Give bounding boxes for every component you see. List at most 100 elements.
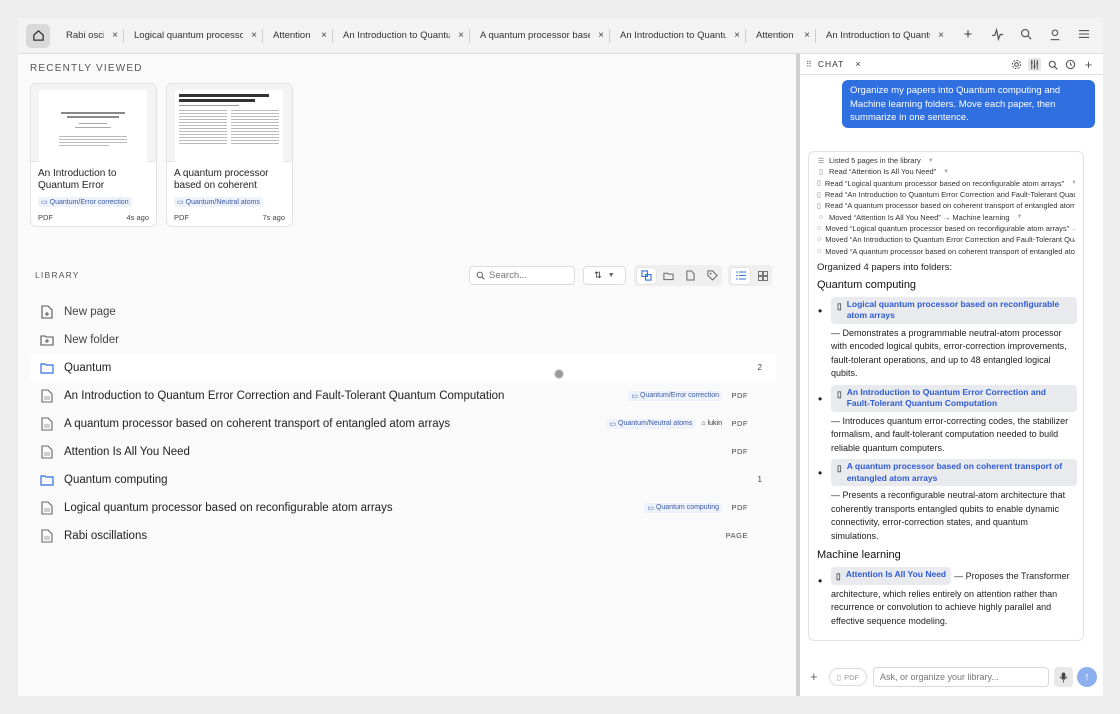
tab-title: Logical quantum processor based on recon…: [134, 30, 243, 41]
summary-item: ▯ A quantum processor based on coherent t…: [817, 459, 1077, 543]
close-icon[interactable]: ×: [804, 30, 810, 41]
action-item[interactable]: ○ Moved “An Introduction to Quantum Error…: [817, 234, 1075, 245]
new-chat-icon[interactable]: +: [1082, 57, 1095, 72]
browser-tab[interactable]: Attention Is All You Need ×: [263, 18, 333, 54]
section-heading: Machine learning: [817, 549, 901, 562]
action-text: Listed 5 pages in the library: [829, 156, 921, 166]
summary-item: ▯ Logical quantum processor based on reco…: [817, 296, 1077, 381]
card-age: 4s ago: [126, 213, 149, 222]
chevron-down-icon: ▼: [1016, 214, 1023, 221]
browser-tab[interactable]: An Introduction to Quantum Error Correct…: [333, 18, 470, 54]
grid-view-icon[interactable]: [753, 268, 772, 284]
paper-reference[interactable]: ▯ A quantum processor based on coherent t…: [831, 459, 1077, 487]
sliders-icon[interactable]: [1028, 58, 1041, 71]
close-icon[interactable]: ×: [251, 30, 257, 41]
action-row[interactable]: New page: [30, 298, 776, 325]
action-text: Moved “A quantum processor based on cohe…: [825, 246, 1075, 256]
close-icon[interactable]: ×: [938, 30, 944, 41]
browser-tab[interactable]: Rabi oscillations ×: [56, 18, 124, 54]
action-item[interactable]: ○ Moved “A quantum processor based on coh…: [817, 245, 1075, 256]
close-icon[interactable]: ×: [112, 30, 118, 41]
filter-all-icon[interactable]: [637, 267, 656, 284]
document-row[interactable]: An Introduction to Quantum Error Correct…: [30, 382, 776, 409]
paper-reference[interactable]: ▯ Attention Is All You Need: [831, 567, 952, 585]
filter-document-icon[interactable]: [681, 268, 700, 284]
user-icon[interactable]: [1048, 27, 1062, 41]
sort-dropdown[interactable]: ⇅ ▼: [583, 266, 626, 285]
folder-chip: ▭ Quantum/Neutral atoms: [174, 197, 263, 207]
scroll-handle[interactable]: [554, 369, 564, 379]
library-search[interactable]: [469, 266, 575, 285]
paper-reference[interactable]: ▯ Logical quantum processor based on reco…: [831, 296, 1077, 324]
row-chips: ▭ Quantum/Error correction: [628, 390, 722, 401]
close-icon[interactable]: ×: [458, 30, 464, 41]
browser-tab[interactable]: An Introduction to Quantum Error Correct…: [816, 18, 950, 54]
send-button[interactable]: ↑: [1077, 667, 1097, 687]
menu-icon[interactable]: [1077, 27, 1091, 41]
home-button[interactable]: [26, 23, 50, 48]
row-type: PAGE: [725, 531, 748, 540]
action-item[interactable]: ▯ Read “Attention Is All You Need” ▼: [817, 166, 1075, 177]
search-input[interactable]: [489, 270, 569, 281]
row-label: A quantum processor based on coherent tr…: [64, 417, 451, 430]
card-thumbnail: [31, 84, 156, 162]
action-text: Read “Logical quantum processor based on…: [824, 178, 1065, 188]
search-icon[interactable]: [1019, 27, 1033, 41]
document-row[interactable]: Logical quantum processor based on recon…: [30, 494, 776, 521]
chevron-down-icon: ▼: [943, 168, 950, 175]
document-icon: ▯: [837, 463, 842, 474]
action-item[interactable]: ▯ Read “A quantum processor based on cohe…: [817, 200, 1075, 211]
action-item[interactable]: ▯ Read “An Introduction to Quantum Error …: [817, 189, 1075, 200]
folder-chip-label: Quantum/Neutral atoms: [618, 420, 693, 427]
action-item[interactable]: ○ Moved “Logical quantum processor based …: [817, 223, 1075, 234]
row-label: Quantum computing: [64, 473, 168, 486]
paper-summary: — Demonstrates a programmable neutral-at…: [831, 327, 1067, 379]
chat-input[interactable]: [873, 667, 1049, 687]
close-icon[interactable]: ×: [855, 59, 861, 69]
action-item[interactable]: ▯ Read “Logical quantum processor based o…: [817, 178, 1075, 189]
row-chips: ▭ Quantum computing: [644, 502, 722, 513]
folder-row[interactable]: Quantum computing 1: [30, 466, 776, 493]
voice-button[interactable]: [1054, 667, 1073, 687]
new-tab-button[interactable]: +: [961, 26, 975, 43]
summary-intro: Organized 4 papers into folders:: [817, 261, 953, 273]
history-icon[interactable]: [1064, 58, 1077, 71]
tab-title: An Introduction to Quantum Error Correct…: [826, 30, 930, 41]
tab-bar: Rabi oscillations × Logical quantum proces…: [18, 18, 1103, 54]
action-item[interactable]: ☰ Listed 5 pages in the library ▼: [817, 155, 1075, 166]
close-icon[interactable]: ×: [598, 30, 604, 41]
chat-tab[interactable]: ⠿ CHAT ×: [806, 59, 862, 69]
action-item[interactable]: ○ Moved “Attention Is All You Need” → Mac…: [817, 211, 1075, 222]
search-icon[interactable]: [1046, 58, 1059, 71]
card-type: PDF: [38, 213, 53, 222]
filter-tag-icon[interactable]: [703, 268, 722, 284]
settings-icon[interactable]: [1010, 58, 1023, 71]
activity-icon[interactable]: [990, 27, 1004, 41]
browser-tab[interactable]: Logical quantum processor based on recon…: [124, 18, 263, 54]
recent-card[interactable]: An Introduction to Quantum Error Correct…: [30, 83, 157, 227]
action-row[interactable]: New folder: [30, 326, 776, 353]
browser-tab[interactable]: A quantum processor based on coherent tr…: [470, 18, 610, 54]
folder-icon: [38, 362, 56, 374]
recent-card[interactable]: A quantum processor based on coherent tr…: [166, 83, 293, 227]
chat-toolbar: +: [1010, 57, 1095, 72]
tag-label: lukin: [707, 420, 722, 427]
library-pane: RECENTLY VIEWED An Introduction to Quant…: [18, 54, 796, 696]
tab-title: An Introduction to Quantum Error Correct…: [343, 30, 450, 41]
close-icon[interactable]: ×: [321, 30, 327, 41]
attach-pdf-chip[interactable]: ▯ PDF: [829, 668, 867, 686]
browser-tab[interactable]: An Introduction to Quantum Error Correct…: [610, 18, 746, 54]
folder-row[interactable]: Quantum 2: [30, 354, 776, 381]
paper-reference[interactable]: ▯ An Introduction to Quantum Error Correc…: [831, 384, 1077, 412]
browser-tab[interactable]: Attention Is All You Need ×: [746, 18, 816, 54]
list-view-icon[interactable]: [731, 267, 750, 284]
add-attachment-button[interactable]: +: [810, 669, 818, 684]
row-type: PDF: [731, 503, 748, 512]
microphone-icon: [1059, 672, 1068, 682]
tab-title: Attention Is All You Need: [273, 30, 313, 41]
document-row[interactable]: Rabi oscillations PAGE: [30, 522, 776, 549]
close-icon[interactable]: ×: [734, 30, 740, 41]
filter-folder-icon[interactable]: [659, 268, 678, 284]
document-row[interactable]: A quantum processor based on coherent tr…: [30, 410, 776, 437]
document-row[interactable]: Attention Is All You Need PDF: [30, 438, 776, 465]
